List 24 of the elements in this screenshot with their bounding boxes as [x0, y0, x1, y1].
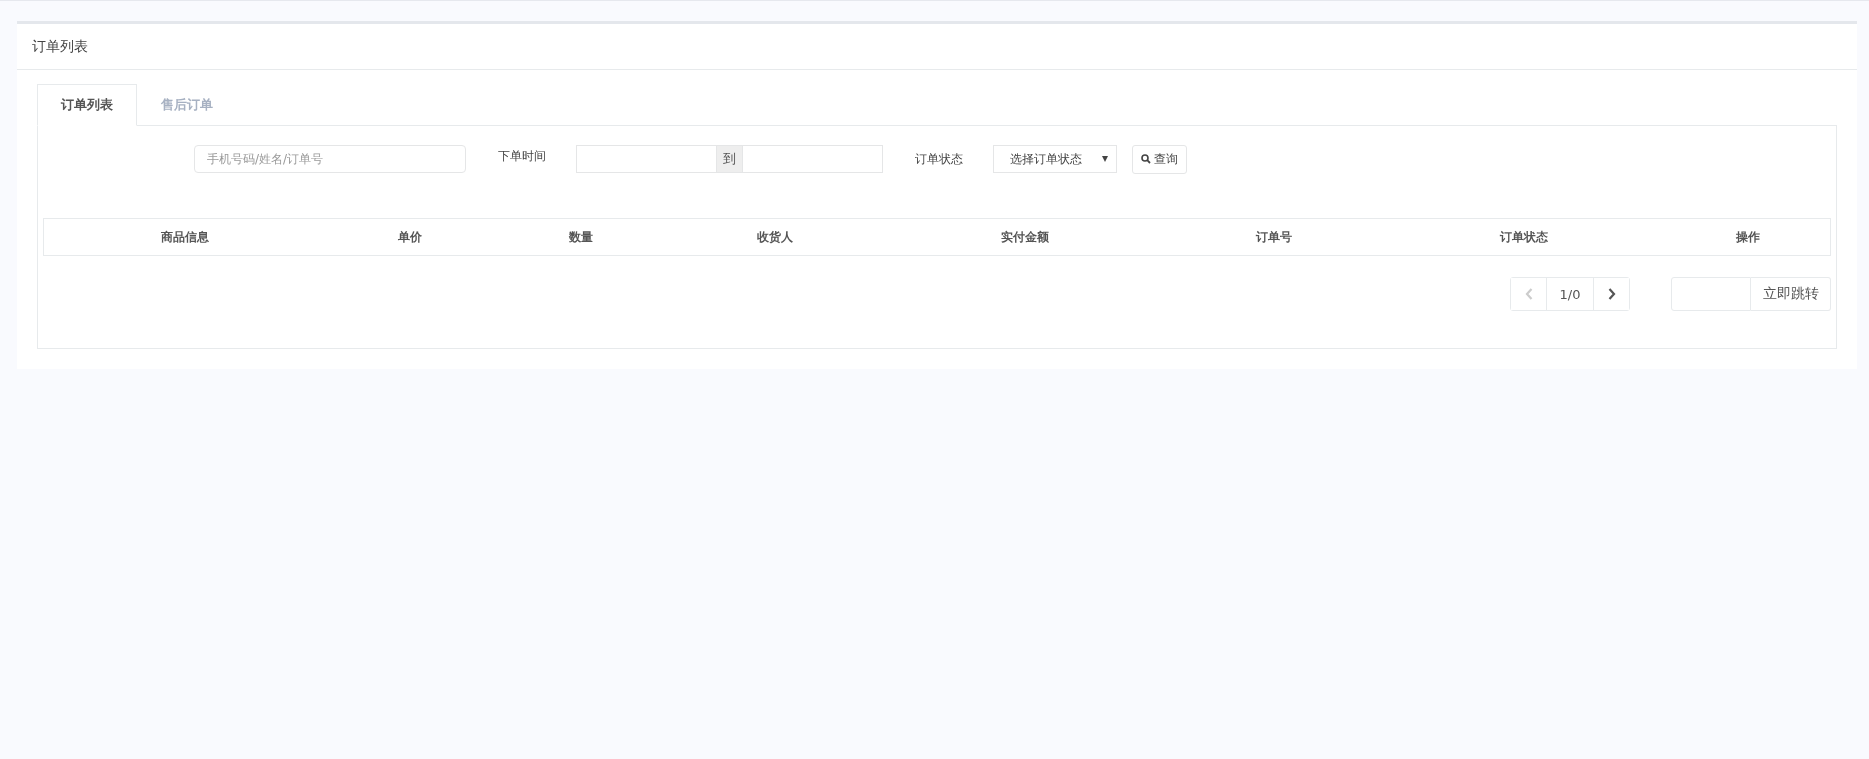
query-button[interactable]: 查询	[1132, 144, 1187, 174]
search-icon	[1141, 154, 1151, 164]
jump-button[interactable]: 立即跳转	[1751, 277, 1831, 311]
chevron-left-icon	[1524, 288, 1533, 300]
chevron-right-icon	[1607, 288, 1616, 300]
status-label: 订单状态	[915, 150, 963, 168]
range-separator: 到	[717, 145, 742, 173]
panel-title: 订单列表	[32, 37, 88, 56]
search-field[interactable]: 手机号码/姓名/订单号	[194, 145, 466, 173]
column-header: 实付金额	[1000, 228, 1051, 246]
column-header: 单价	[397, 228, 424, 246]
column-header: 收货人	[755, 228, 794, 246]
caret-icon	[1102, 156, 1108, 162]
end-date-field[interactable]	[742, 145, 883, 173]
page-number-field[interactable]	[1671, 277, 1751, 311]
tab[interactable]: 订单列表	[37, 84, 137, 126]
column-header: 数量	[567, 228, 594, 246]
column-header: 商品信息	[160, 228, 211, 246]
status-select[interactable]: 选择订单状态	[993, 145, 1117, 173]
column-header: 操作	[1734, 228, 1761, 246]
column-header: 订单号	[1254, 228, 1294, 246]
start-date-field[interactable]	[576, 145, 717, 173]
column-header: 订单状态	[1498, 228, 1549, 246]
time-label: 下单时间	[498, 148, 546, 165]
